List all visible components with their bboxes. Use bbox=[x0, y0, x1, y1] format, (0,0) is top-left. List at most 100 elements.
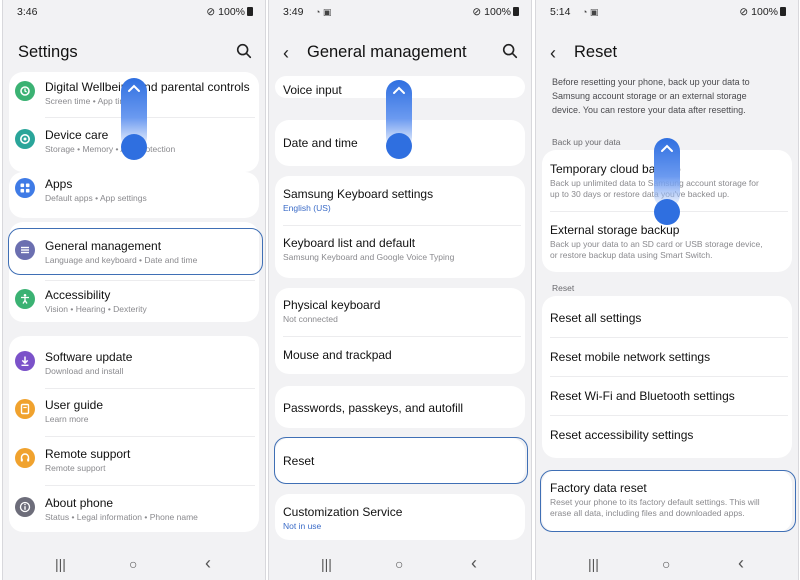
item-title: About phone bbox=[45, 496, 114, 510]
search-icon[interactable] bbox=[501, 42, 519, 60]
item-title: Voice input bbox=[283, 83, 342, 97]
header: Settings bbox=[3, 40, 265, 66]
mute-icon: ⊘ bbox=[206, 6, 219, 18]
user-guide-icon bbox=[15, 399, 35, 419]
settings-item-accessibility[interactable]: Accessibility Vision • Hearing • Dexteri… bbox=[9, 288, 259, 320]
accessibility-icon bbox=[15, 289, 35, 309]
item-title: Samsung Keyboard settings bbox=[283, 187, 434, 201]
page-title: Settings bbox=[18, 43, 78, 61]
settings-item-user-guide[interactable]: User guide Learn more bbox=[9, 398, 259, 430]
highlight-factory-data-reset bbox=[540, 470, 796, 532]
recents-button[interactable]: ||| bbox=[321, 556, 332, 572]
status-right: ⊘ 100% bbox=[472, 6, 519, 18]
item-title: External storage backup bbox=[550, 223, 680, 237]
back-button[interactable]: ‹ bbox=[738, 553, 744, 574]
menu-item-reset-all-settings[interactable]: Reset all settings bbox=[542, 311, 792, 331]
item-title: Remote support bbox=[45, 447, 131, 461]
item-subtitle: Not in use bbox=[283, 521, 322, 531]
menu-item-reset-accessibility[interactable]: Reset accessibility settings bbox=[542, 428, 792, 448]
intro-line: Samsung account storage or an external s… bbox=[552, 91, 747, 101]
item-subtitle: Back up your data to an SD card or USB s… bbox=[550, 239, 763, 260]
status-right: ⊘ 100% bbox=[206, 6, 253, 18]
search-icon[interactable] bbox=[235, 42, 253, 60]
device-care-icon bbox=[15, 129, 35, 149]
home-button[interactable]: ○ bbox=[129, 556, 137, 572]
chevron-up-icon bbox=[128, 84, 140, 92]
reset-intro: Before resetting your phone, back up you… bbox=[552, 75, 786, 117]
about-phone-icon bbox=[15, 497, 35, 517]
mute-icon: ⊘ bbox=[472, 6, 485, 18]
back-arrow-icon[interactable]: ‹ bbox=[550, 43, 556, 64]
swipe-up-gesture bbox=[654, 138, 680, 208]
menu-item-reset-mobile-network[interactable]: Reset mobile network settings bbox=[542, 350, 792, 370]
reset-screen: 5:14 ◔ ▣ ⊘ 100% ‹ Reset Before resetting… bbox=[535, 0, 799, 580]
item-title: Physical keyboard bbox=[283, 298, 381, 312]
battery-level: 100% bbox=[751, 6, 778, 18]
settings-item-apps[interactable]: Apps Default apps • App settings bbox=[9, 177, 259, 209]
header: ‹ General management bbox=[269, 40, 531, 66]
menu-item-keyboard-list[interactable]: Keyboard list and default Samsung Keyboa… bbox=[275, 236, 525, 266]
back-button[interactable]: ‹ bbox=[471, 553, 477, 574]
item-subtitle: Samsung Keyboard and Google Voice Typing bbox=[283, 252, 455, 262]
home-button[interactable]: ○ bbox=[662, 556, 670, 572]
item-title: Accessibility bbox=[45, 288, 111, 302]
notification-icons: ◔ ▣ bbox=[582, 7, 599, 17]
status-right: ⊘ 100% bbox=[739, 6, 786, 18]
status-bar: 3:49 ◔ ▣ ⊘ 100% bbox=[283, 6, 519, 20]
section-reset: Reset bbox=[552, 283, 575, 293]
nav-bar: ||| ○ ‹ bbox=[269, 550, 531, 580]
chevron-up-icon bbox=[393, 86, 405, 94]
status-time: 3:46 bbox=[17, 6, 38, 18]
touch-point bbox=[386, 133, 412, 159]
item-title: Apps bbox=[45, 177, 73, 191]
battery-icon bbox=[780, 7, 786, 16]
item-title: Mouse and trackpad bbox=[283, 348, 392, 362]
mute-icon: ⊘ bbox=[739, 6, 752, 18]
menu-item-samsung-keyboard[interactable]: Samsung Keyboard settings English (US) bbox=[275, 187, 525, 217]
menu-item-external-storage-backup[interactable]: External storage backup Back up your dat… bbox=[542, 223, 792, 263]
menu-item-customization-service[interactable]: Customization Service Not in use bbox=[275, 505, 525, 535]
item-subtitle: Vision • Hearing • Dexterity bbox=[45, 304, 147, 314]
home-button[interactable]: ○ bbox=[395, 556, 403, 572]
chevron-up-icon bbox=[661, 144, 673, 152]
status-time: 3:49 bbox=[283, 6, 304, 18]
menu-item-mouse-trackpad[interactable]: Mouse and trackpad bbox=[275, 348, 525, 368]
wellbeing-icon bbox=[15, 81, 35, 101]
item-subtitle: Default apps • App settings bbox=[45, 193, 147, 203]
notification-icons: ◔ ▣ bbox=[315, 7, 332, 17]
nav-bar: ||| ○ ‹ bbox=[3, 550, 265, 580]
item-title: Keyboard list and default bbox=[283, 236, 416, 250]
item-title: Reset Wi-Fi and Bluetooth settings bbox=[550, 389, 735, 403]
item-title: Passwords, passkeys, and autofill bbox=[283, 401, 464, 415]
item-title: Digital Wellbeing and parental controls bbox=[45, 80, 250, 94]
touch-point bbox=[654, 199, 680, 225]
status-time: 5:14 bbox=[550, 6, 571, 18]
page-title: General management bbox=[307, 43, 467, 61]
header: ‹ Reset bbox=[536, 40, 798, 66]
apps-icon bbox=[15, 178, 35, 198]
page-title: Reset bbox=[574, 43, 618, 61]
item-subtitle: Storage • Memory • App protection bbox=[45, 144, 176, 154]
item-title: Reset all settings bbox=[550, 311, 642, 325]
intro-line: device. You can restore your data after … bbox=[552, 105, 746, 115]
battery-level: 100% bbox=[484, 6, 511, 18]
back-arrow-icon[interactable]: ‹ bbox=[283, 43, 289, 64]
item-title: Software update bbox=[45, 350, 133, 364]
item-subtitle: Download and install bbox=[45, 366, 124, 376]
battery-level: 100% bbox=[218, 6, 245, 18]
battery-icon bbox=[247, 7, 253, 16]
menu-item-reset-wifi-bluetooth[interactable]: Reset Wi-Fi and Bluetooth settings bbox=[542, 389, 792, 409]
section-backup: Back up your data bbox=[552, 137, 621, 147]
battery-icon bbox=[513, 7, 519, 16]
recents-button[interactable]: ||| bbox=[588, 556, 599, 572]
remote-support-icon bbox=[15, 448, 35, 468]
menu-item-passwords-autofill[interactable]: Passwords, passkeys, and autofill bbox=[275, 401, 525, 421]
menu-item-physical-keyboard[interactable]: Physical keyboard Not connected bbox=[275, 298, 525, 328]
settings-item-remote-support[interactable]: Remote support Remote support bbox=[9, 447, 259, 479]
back-button[interactable]: ‹ bbox=[205, 553, 211, 574]
recents-button[interactable]: ||| bbox=[55, 556, 66, 572]
settings-screen: 3:46 ⊘ 100% Settings Digital Wellbeing a… bbox=[2, 0, 266, 580]
touch-point bbox=[121, 134, 147, 160]
settings-item-software-update[interactable]: Software update Download and install bbox=[9, 350, 259, 382]
settings-item-about-phone[interactable]: About phone Status • Legal information •… bbox=[9, 496, 259, 528]
